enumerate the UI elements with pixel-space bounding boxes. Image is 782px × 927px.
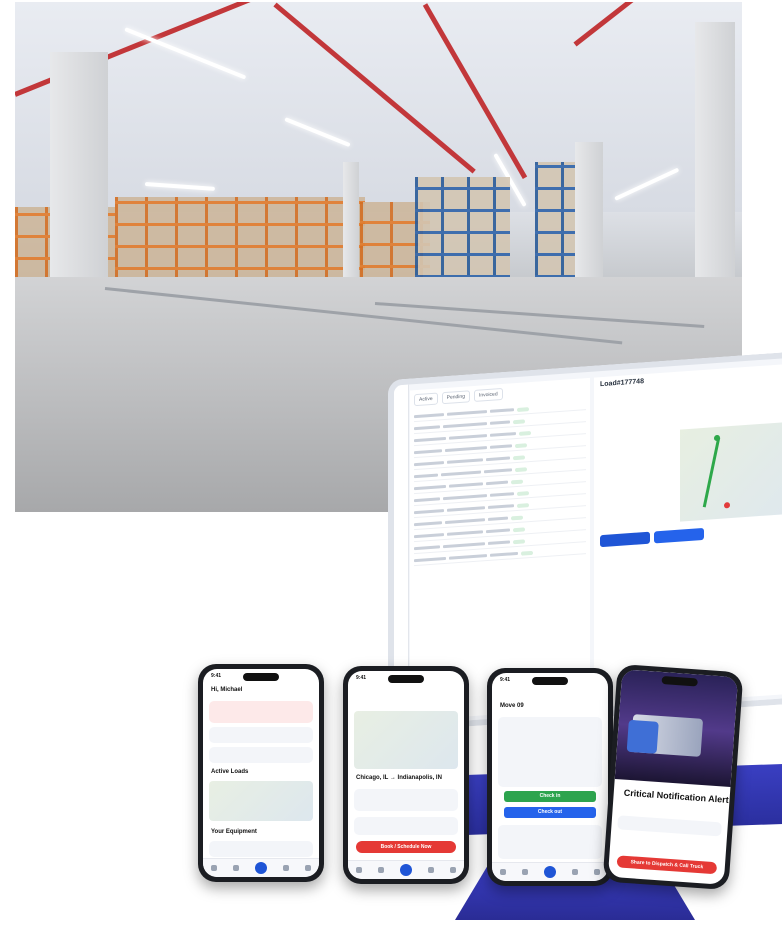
load-id: Load#177748	[600, 378, 644, 389]
route-title: Chicago, IL → Indianapolis, IN	[356, 775, 442, 781]
details-card	[354, 789, 458, 811]
truck-photo	[614, 669, 739, 788]
route-map[interactable]	[680, 421, 782, 522]
stop-card	[498, 717, 602, 787]
truck-cab	[626, 719, 659, 754]
messages-tab-icon[interactable]	[283, 865, 289, 871]
book-now-button[interactable]: Book / Schedule Now	[356, 841, 456, 853]
tab-active[interactable]: Active	[414, 392, 438, 407]
bottom-tab-bar	[348, 860, 464, 879]
share-dispatch-button[interactable]: Share to Dispatch & Call Truck	[616, 855, 718, 875]
profile-tab-icon[interactable]	[594, 869, 600, 875]
profile-tab-icon[interactable]	[305, 865, 311, 871]
destination-pin-icon	[724, 502, 730, 509]
stop-label: Move 09	[500, 703, 524, 709]
phone-screen: 9:41 Move 09 Check in Check out	[492, 673, 608, 881]
rate-card	[354, 817, 458, 835]
status-time: 9:41	[211, 673, 222, 679]
check-out-button[interactable]: Check out	[504, 807, 596, 818]
home-tab-icon[interactable]	[211, 865, 217, 871]
alert-title: Critical Notification Alert	[623, 787, 730, 805]
section-equipment: Your Equipment	[211, 829, 257, 835]
next-stop-card[interactable]	[498, 825, 602, 859]
add-button[interactable]	[255, 862, 267, 874]
load-detail-panel: Load#177748	[594, 363, 782, 708]
contact-card[interactable]	[209, 747, 313, 763]
phone-screen: 9:41 Chicago, IL → Indianapolis, IN Book…	[348, 671, 464, 879]
primary-action-button[interactable]	[600, 531, 650, 548]
home-tab-icon[interactable]	[356, 867, 362, 873]
phone-stops: 9:41 Move 09 Check in Check out	[487, 668, 613, 886]
phone-alert: Critical Notification Alert Share to Dis…	[602, 663, 744, 891]
secondary-action-button[interactable]	[654, 527, 704, 544]
warehouse-ceiling	[15, 2, 742, 212]
bottom-tab-bar	[492, 862, 608, 881]
home-tab-icon[interactable]	[500, 869, 506, 875]
messages-tab-icon[interactable]	[428, 867, 434, 873]
add-button[interactable]	[400, 864, 412, 876]
loads-tab-icon[interactable]	[233, 865, 239, 871]
alert-body	[616, 833, 721, 854]
phone-notch	[388, 675, 424, 683]
status-time: 9:41	[356, 675, 367, 681]
route-map[interactable]	[354, 711, 458, 769]
section-active-loads: Active Loads	[211, 769, 249, 775]
check-in-button[interactable]: Check in	[504, 791, 596, 802]
loads-map[interactable]	[209, 781, 313, 821]
phone-notch	[532, 677, 568, 685]
phone-screen: 9:41 Hi, Michael Active Loads Your Equip…	[203, 669, 319, 877]
tab-invoiced[interactable]: Invoiced	[473, 387, 503, 402]
greeting: Hi, Michael	[211, 687, 243, 693]
profile-tab-icon[interactable]	[450, 867, 456, 873]
phone-load-detail: 9:41 Chicago, IL → Indianapolis, IN Book…	[343, 666, 469, 884]
messages-tab-icon[interactable]	[572, 869, 578, 875]
phone-home: 9:41 Hi, Michael Active Loads Your Equip…	[198, 664, 324, 882]
support-pillar	[50, 52, 108, 302]
driver-card	[617, 815, 722, 837]
contact-card[interactable]	[209, 727, 313, 743]
equipment-card[interactable]	[209, 841, 313, 857]
route-line	[702, 437, 721, 508]
loads-tab-icon[interactable]	[522, 869, 528, 875]
loads-tab-icon[interactable]	[378, 867, 384, 873]
phone-screen: Critical Notification Alert Share to Dis…	[607, 669, 739, 885]
add-button[interactable]	[544, 866, 556, 878]
alert-card[interactable]	[209, 701, 313, 723]
tab-pending[interactable]: Pending	[441, 390, 470, 405]
bottom-tab-bar	[203, 858, 319, 877]
status-time: 9:41	[500, 677, 511, 683]
phone-notch	[243, 673, 279, 681]
